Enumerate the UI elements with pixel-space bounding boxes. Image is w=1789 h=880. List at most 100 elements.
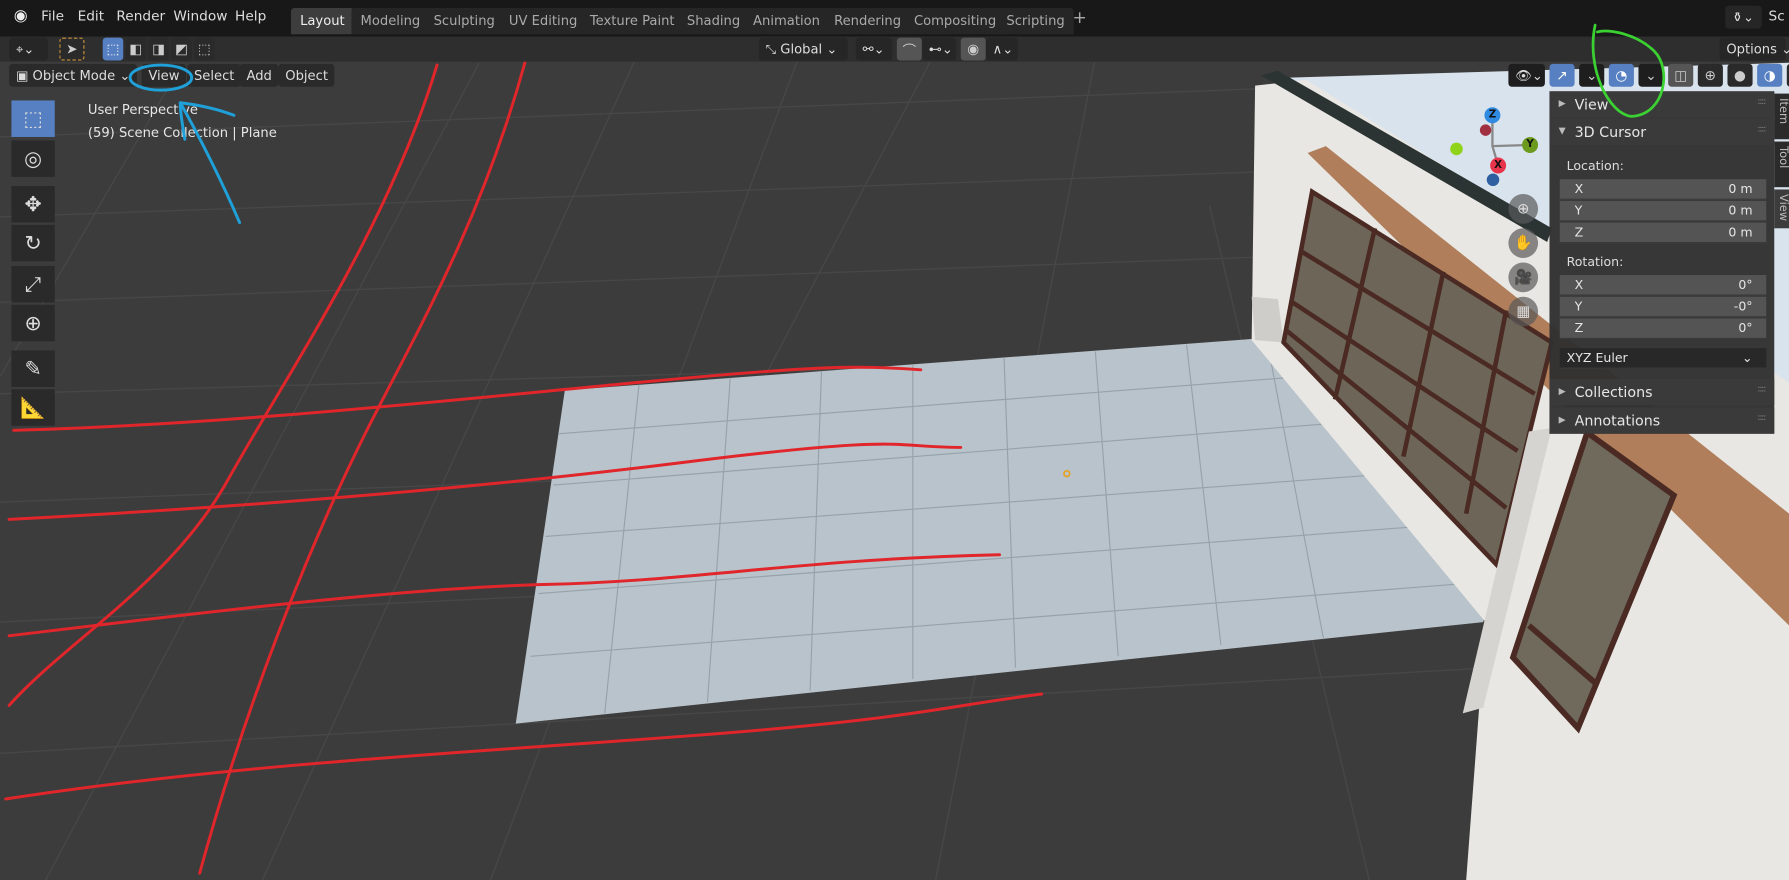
scene-selector-icon[interactable]: ⚱⌄ <box>1725 5 1762 29</box>
transform-tool-icon[interactable]: ⊕ <box>11 304 55 342</box>
tab-scripting[interactable]: Scripting <box>997 7 1074 35</box>
tab-animation[interactable]: Animation <box>743 7 830 35</box>
menu-file[interactable]: File <box>41 8 64 24</box>
field-value: -0° <box>1733 299 1753 314</box>
scale-tool-icon[interactable]: ⤢ <box>11 265 55 303</box>
measure-tool-icon[interactable]: 📐 <box>11 389 55 426</box>
tab-compositing[interactable]: Compositing <box>904 7 1006 35</box>
camera-view-icon[interactable]: 🎥 <box>1508 262 1539 293</box>
drag-grip-icon[interactable]: :::: <box>1757 96 1766 106</box>
drag-grip-icon[interactable]: :::: <box>1757 412 1766 422</box>
select-tool-icon[interactable]: ➤ <box>59 37 85 61</box>
menu-select[interactable]: Select <box>187 63 242 87</box>
sidebar-tab-view[interactable]: View <box>1774 189 1789 229</box>
gizmo-neg-z-axis[interactable] <box>1486 173 1500 187</box>
select-intersect-icon[interactable]: ⬚ <box>193 37 215 61</box>
menu-add[interactable]: Add <box>239 63 279 87</box>
navigation-gizmo[interactable]: Z Y X <box>1440 100 1543 191</box>
select-new-icon[interactable]: ⬚ <box>102 37 124 61</box>
menu-object[interactable]: Object <box>278 63 335 87</box>
cursor-tool-icon[interactable]: ◎ <box>11 140 55 177</box>
select-extend-icon[interactable]: ◧ <box>125 37 147 61</box>
blender-logo-icon[interactable]: ◉ <box>14 7 28 25</box>
axis-label: X <box>1574 277 1584 293</box>
menu-render[interactable]: Render <box>116 8 165 24</box>
tab-shading[interactable]: Shading <box>677 7 750 35</box>
ortho-grid-icon[interactable]: ▦ <box>1508 296 1539 327</box>
sidebar-tab-tool[interactable]: Tool <box>1774 141 1789 188</box>
snap-toggle-icon[interactable]: ⌒ <box>896 37 922 61</box>
drag-grip-icon[interactable]: :::: <box>1757 123 1766 133</box>
select-box-tool-icon[interactable]: ⬚ <box>11 100 55 137</box>
annotate-tool-icon[interactable]: ✎ <box>11 350 55 387</box>
move-tool-icon[interactable]: ✥ <box>11 186 55 223</box>
field-value: 0° <box>1738 320 1753 336</box>
gizmo-neg-x-axis[interactable] <box>1479 124 1492 136</box>
section-collections[interactable]: ▶ Collections:::: <box>1549 378 1775 406</box>
sidebar-tab-item[interactable]: Item <box>1774 93 1789 140</box>
options-dropdown[interactable]: Options ⌄ <box>1719 37 1789 61</box>
tab-layout[interactable]: Layout <box>290 7 354 35</box>
gizmo-x-axis[interactable]: X <box>1490 157 1507 174</box>
rotation-mode-dropdown[interactable]: XYZ Euler ⌄ <box>1559 348 1767 369</box>
location-x-field[interactable]: X 0 m <box>1559 179 1767 200</box>
gizmo-z-axis[interactable]: Z <box>1484 107 1501 124</box>
field-value: 0° <box>1738 277 1753 293</box>
falloff-icon[interactable]: ∧⌄ <box>985 37 1018 61</box>
proportional-edit-icon[interactable]: ◉ <box>960 37 986 61</box>
section-annotations[interactable]: ▶ Annotations:::: <box>1549 407 1775 434</box>
tab-rendering[interactable]: Rendering <box>824 7 911 35</box>
scene-name[interactable]: Sc <box>1769 8 1785 24</box>
tab-modeling[interactable]: Modeling <box>351 7 430 35</box>
solid-shading-icon[interactable]: ● <box>1727 63 1753 87</box>
tab-uv-editing[interactable]: UV Editing <box>499 7 587 35</box>
menu-edit[interactable]: Edit <box>78 8 105 24</box>
rotation-z-field[interactable]: Z 0° <box>1559 318 1767 339</box>
add-workspace-button[interactable]: + <box>1073 7 1087 28</box>
axis-label: X <box>1574 181 1584 197</box>
overlay-toggle-icon[interactable]: ◔ <box>1608 63 1634 87</box>
rotation-mode-value: XYZ Euler <box>1566 350 1628 366</box>
axis-label: Z <box>1574 320 1584 336</box>
menu-help[interactable]: Help <box>235 8 266 24</box>
location-y-field[interactable]: Y 0 m <box>1559 200 1767 222</box>
gizmo-y-axis[interactable]: Y <box>1522 136 1539 153</box>
axis-label: Y <box>1574 203 1583 219</box>
gizmo-toggle-icon[interactable]: ↗ <box>1549 63 1575 87</box>
rotation-y-field[interactable]: Y -0° <box>1559 296 1767 318</box>
pan-hand-icon[interactable]: ✋ <box>1508 228 1539 258</box>
mode-label: Object Mode <box>32 67 116 84</box>
expanded-icon: ▼ <box>1558 125 1566 136</box>
overlay-dropdown-icon[interactable]: ⌄ <box>1638 63 1664 87</box>
select-subtract-icon[interactable]: ◨ <box>148 37 169 61</box>
rotate-tool-icon[interactable]: ↻ <box>11 224 55 262</box>
section-3d-cursor[interactable]: ▼ 3D Cursor:::: <box>1549 118 1775 145</box>
blender-window: ◉ File Edit Render Window Help Layout Mo… <box>0 0 1789 880</box>
axis-label: Y <box>1574 299 1583 314</box>
orientation-icon: ⤡ <box>765 41 781 58</box>
axis-label: Z <box>1574 224 1584 240</box>
gizmo-dropdown-icon[interactable]: ⌄ <box>1579 63 1605 87</box>
tab-sculpting[interactable]: Sculpting <box>424 7 504 35</box>
location-z-field[interactable]: Z 0 m <box>1559 222 1767 244</box>
gizmo-neg-y-axis[interactable] <box>1450 142 1463 156</box>
menu-window[interactable]: Window <box>173 8 227 24</box>
section-view[interactable]: ▶ View:::: <box>1549 91 1775 118</box>
menu-view[interactable]: View <box>141 63 187 87</box>
select-invert-icon[interactable]: ◩ <box>171 37 192 61</box>
visibility-icon[interactable]: 👁⌄ <box>1508 63 1545 87</box>
section-label: Collections <box>1574 383 1653 401</box>
snap-target-icon[interactable]: ⊷⌄ <box>921 37 957 61</box>
tab-texture-paint[interactable]: Texture Paint <box>580 7 684 35</box>
transform-orientation-dropdown[interactable]: ⤡ Global ⌄ <box>758 37 848 61</box>
wireframe-shading-icon[interactable]: ⊕ <box>1697 63 1723 87</box>
field-value: 0 m <box>1728 203 1753 219</box>
material-preview-icon[interactable]: ◑ <box>1757 63 1783 87</box>
xray-toggle-icon[interactable]: ◫ <box>1668 63 1694 87</box>
object-mode-dropdown[interactable]: ▣ Object Mode ⌄ <box>9 63 137 87</box>
zoom-icon[interactable]: ⊕ <box>1508 194 1539 224</box>
editor-type-icon[interactable]: ⌖⌄ <box>9 37 48 61</box>
drag-grip-icon[interactable]: :::: <box>1757 384 1766 394</box>
rotation-x-field[interactable]: X 0° <box>1559 275 1767 296</box>
pivot-point-icon[interactable]: ⚯⌄ <box>855 37 893 61</box>
